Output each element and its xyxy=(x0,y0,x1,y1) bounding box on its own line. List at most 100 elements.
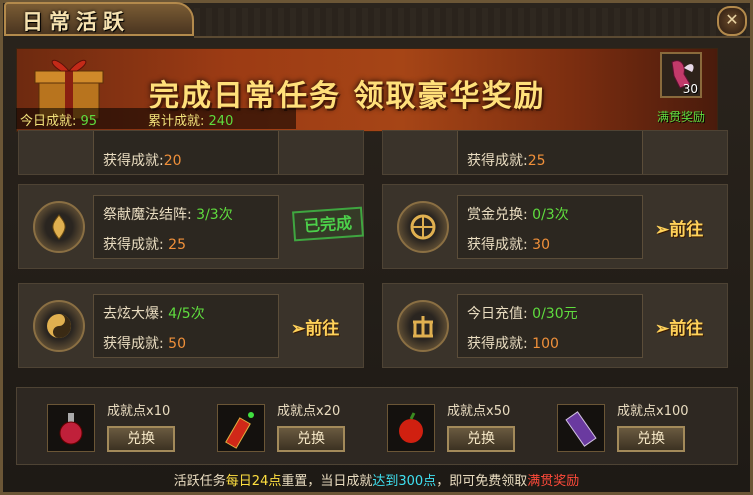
task-card: 获得成就:20 xyxy=(18,130,364,175)
full-reward-item[interactable]: 30 xyxy=(660,52,702,98)
task-reward-label: 获得成就: xyxy=(103,336,164,352)
task-name: 祭献魔法结阵: xyxy=(103,207,192,223)
exchange-item: 成就点x20 兑换 xyxy=(217,400,377,456)
task-emblem xyxy=(397,201,449,253)
potion-icon xyxy=(47,404,95,452)
task-reward-value: 30 xyxy=(532,237,550,253)
task-reward-value: 50 xyxy=(168,336,186,352)
footer-highlight: 每日24点 xyxy=(225,474,282,489)
yin-yang-icon xyxy=(47,314,71,338)
exchange-label: 成就点x10 xyxy=(107,404,171,419)
total-achievement-label: 累计成就: xyxy=(148,114,205,129)
full-reward-label: 满贯奖励 xyxy=(656,110,705,124)
close-button[interactable]: ✕ xyxy=(717,6,747,36)
task-reward-label: 获得成就: xyxy=(467,153,528,169)
flame-icon xyxy=(52,214,66,240)
exchange-label: 成就点x100 xyxy=(617,404,689,419)
task-emblem xyxy=(33,201,85,253)
goto-label: 前往 xyxy=(305,319,340,339)
task-info: 获得成就:20 xyxy=(93,131,279,174)
total-achievement-value: 240 xyxy=(208,114,234,129)
coin-icon xyxy=(413,316,433,338)
today-achievement: 今日成就: 95 xyxy=(20,110,97,129)
full-reward-count: 30 xyxy=(682,82,698,96)
task-info: 赏金兑换: 0/3次 获得成就: 30 xyxy=(457,195,643,259)
task-card: 祭献魔法结阵: 3/3次 获得成就: 25 已完成 xyxy=(18,184,364,269)
task-reward-label: 获得成就: xyxy=(103,237,164,253)
task-info: 获得成就:25 xyxy=(457,131,643,174)
task-name: 去炫大爆: xyxy=(103,306,164,322)
exchange-button[interactable]: 兑换 xyxy=(447,426,515,452)
goto-label: 前往 xyxy=(669,319,704,339)
task-reward: 获得成就: 100 xyxy=(467,333,559,353)
task-reward-label: 获得成就: xyxy=(103,153,164,169)
task-reward-value: 25 xyxy=(527,153,546,169)
firecracker-icon xyxy=(217,404,265,452)
footer-highlight: 满贯奖励 xyxy=(527,474,580,489)
close-icon: ✕ xyxy=(725,10,739,29)
task-reward: 获得成就: 25 xyxy=(103,234,186,254)
apple-icon xyxy=(387,404,435,452)
footer-note: 活跃任务每日24点重置，当日成就达到300点，即可免费领取满贯奖励 xyxy=(0,470,753,489)
goto-button[interactable]: ➢前往 xyxy=(291,314,339,339)
exchange-button[interactable]: 兑换 xyxy=(617,426,685,452)
exchange-item: 成就点x100 兑换 xyxy=(557,400,717,456)
exchange-label: 成就点x20 xyxy=(277,404,341,419)
task-progress: 0/30元 xyxy=(532,306,578,322)
goto-button[interactable]: ➢前往 xyxy=(655,314,703,339)
task-card: 获得成就:25 xyxy=(382,130,728,175)
task-name: 今日充值: xyxy=(467,306,528,322)
task-progress: 0/3次 xyxy=(532,207,569,223)
full-reward[interactable]: 30 满贯奖励 xyxy=(652,52,710,128)
footer-part: 重置，当日成就 xyxy=(281,474,373,489)
task-reward: 获得成就:25 xyxy=(467,150,546,170)
today-achievement-value: 95 xyxy=(80,114,98,129)
completed-stamp: 已完成 xyxy=(292,206,364,242)
task-reward-value: 25 xyxy=(168,237,186,253)
exchange-item: 成就点x10 兑换 xyxy=(47,400,207,456)
footer-part: 活跃任务 xyxy=(173,474,226,489)
task-reward-label: 获得成就: xyxy=(467,237,528,253)
arrow-icon: ➢ xyxy=(655,319,670,339)
title-bar-band xyxy=(194,8,750,38)
task-reward-value: 100 xyxy=(532,336,559,352)
task-progress: 4/5次 xyxy=(168,306,205,322)
window-title-tab: 日常活跃 xyxy=(4,2,194,36)
task-emblem xyxy=(33,300,85,352)
task-emblem xyxy=(397,300,449,352)
task-card: 赏金兑换: 0/3次 获得成就: 30 ➢前往 xyxy=(382,184,728,269)
task-title: 赏金兑换: 0/3次 xyxy=(467,204,569,224)
task-card: 去炫大爆: 4/5次 获得成就: 50 ➢前往 xyxy=(18,283,364,368)
window-title: 日常活跃 xyxy=(22,9,130,34)
orb-icon xyxy=(410,214,436,240)
goto-label: 前往 xyxy=(669,220,704,240)
task-reward: 获得成就: 50 xyxy=(103,333,186,353)
task-reward-value: 20 xyxy=(163,153,182,169)
task-name: 赏金兑换: xyxy=(467,207,528,223)
goto-button[interactable]: ➢前往 xyxy=(655,215,703,240)
footer-highlight: 达到300点 xyxy=(372,474,437,489)
exchange-button[interactable]: 兑换 xyxy=(277,426,345,452)
scroll-icon xyxy=(557,404,605,452)
exchange-button[interactable]: 兑换 xyxy=(107,426,175,452)
task-info: 去炫大爆: 4/5次 获得成就: 50 xyxy=(93,294,279,358)
total-achievement: 累计成就: 240 xyxy=(148,110,233,129)
arrow-icon: ➢ xyxy=(291,319,306,339)
task-title: 去炫大爆: 4/5次 xyxy=(103,303,205,323)
exchange-panel: 成就点x10 兑换 成就点x20 兑换 成就点x50 兑换 成就点x100 兑换 xyxy=(16,387,738,465)
task-info: 祭献魔法结阵: 3/3次 获得成就: 25 xyxy=(93,195,279,259)
exchange-label: 成就点x50 xyxy=(447,404,511,419)
task-reward: 获得成就: 30 xyxy=(467,234,550,254)
footer-part: ，即可免费领取 xyxy=(436,474,528,489)
exchange-item: 成就点x50 兑换 xyxy=(387,400,547,456)
task-title: 今日充值: 0/30元 xyxy=(467,303,578,323)
arrow-icon: ➢ xyxy=(655,220,670,240)
task-reward-label: 获得成就: xyxy=(467,336,528,352)
task-info: 今日充值: 0/30元 获得成就: 100 xyxy=(457,294,643,358)
task-card: 今日充值: 0/30元 获得成就: 100 ➢前往 xyxy=(382,283,728,368)
task-progress: 3/3次 xyxy=(196,207,233,223)
task-title: 祭献魔法结阵: 3/3次 xyxy=(103,204,233,224)
achievement-stats: 今日成就: 95 累计成就: 240 xyxy=(16,108,296,129)
today-achievement-label: 今日成就: xyxy=(20,114,77,129)
task-reward: 获得成就:20 xyxy=(103,150,182,170)
